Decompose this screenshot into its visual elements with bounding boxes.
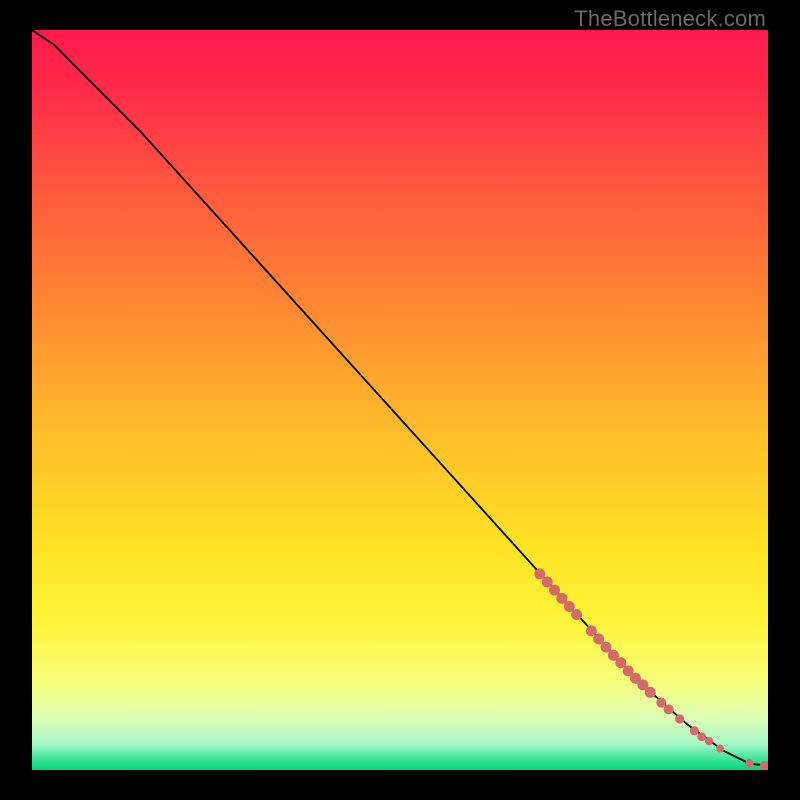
plot-area bbox=[32, 30, 768, 770]
data-marker bbox=[571, 609, 582, 620]
data-marker bbox=[593, 634, 604, 645]
data-marker bbox=[745, 759, 753, 767]
data-marker bbox=[664, 704, 674, 714]
chart-svg bbox=[32, 30, 768, 770]
data-marker bbox=[542, 577, 553, 588]
data-marker bbox=[615, 657, 626, 668]
data-marker bbox=[716, 745, 724, 753]
gradient-background bbox=[32, 30, 768, 770]
data-marker bbox=[534, 568, 545, 579]
data-marker bbox=[645, 687, 656, 698]
data-marker bbox=[675, 714, 684, 723]
data-marker bbox=[601, 642, 612, 653]
data-marker bbox=[549, 585, 560, 596]
data-marker bbox=[705, 737, 713, 745]
data-marker bbox=[697, 732, 706, 741]
data-marker bbox=[556, 593, 567, 604]
data-marker bbox=[564, 601, 575, 612]
watermark-text: TheBottleneck.com bbox=[574, 6, 766, 32]
chart-stage: TheBottleneck.com bbox=[0, 0, 800, 800]
data-marker bbox=[586, 625, 597, 636]
data-marker bbox=[690, 726, 699, 735]
